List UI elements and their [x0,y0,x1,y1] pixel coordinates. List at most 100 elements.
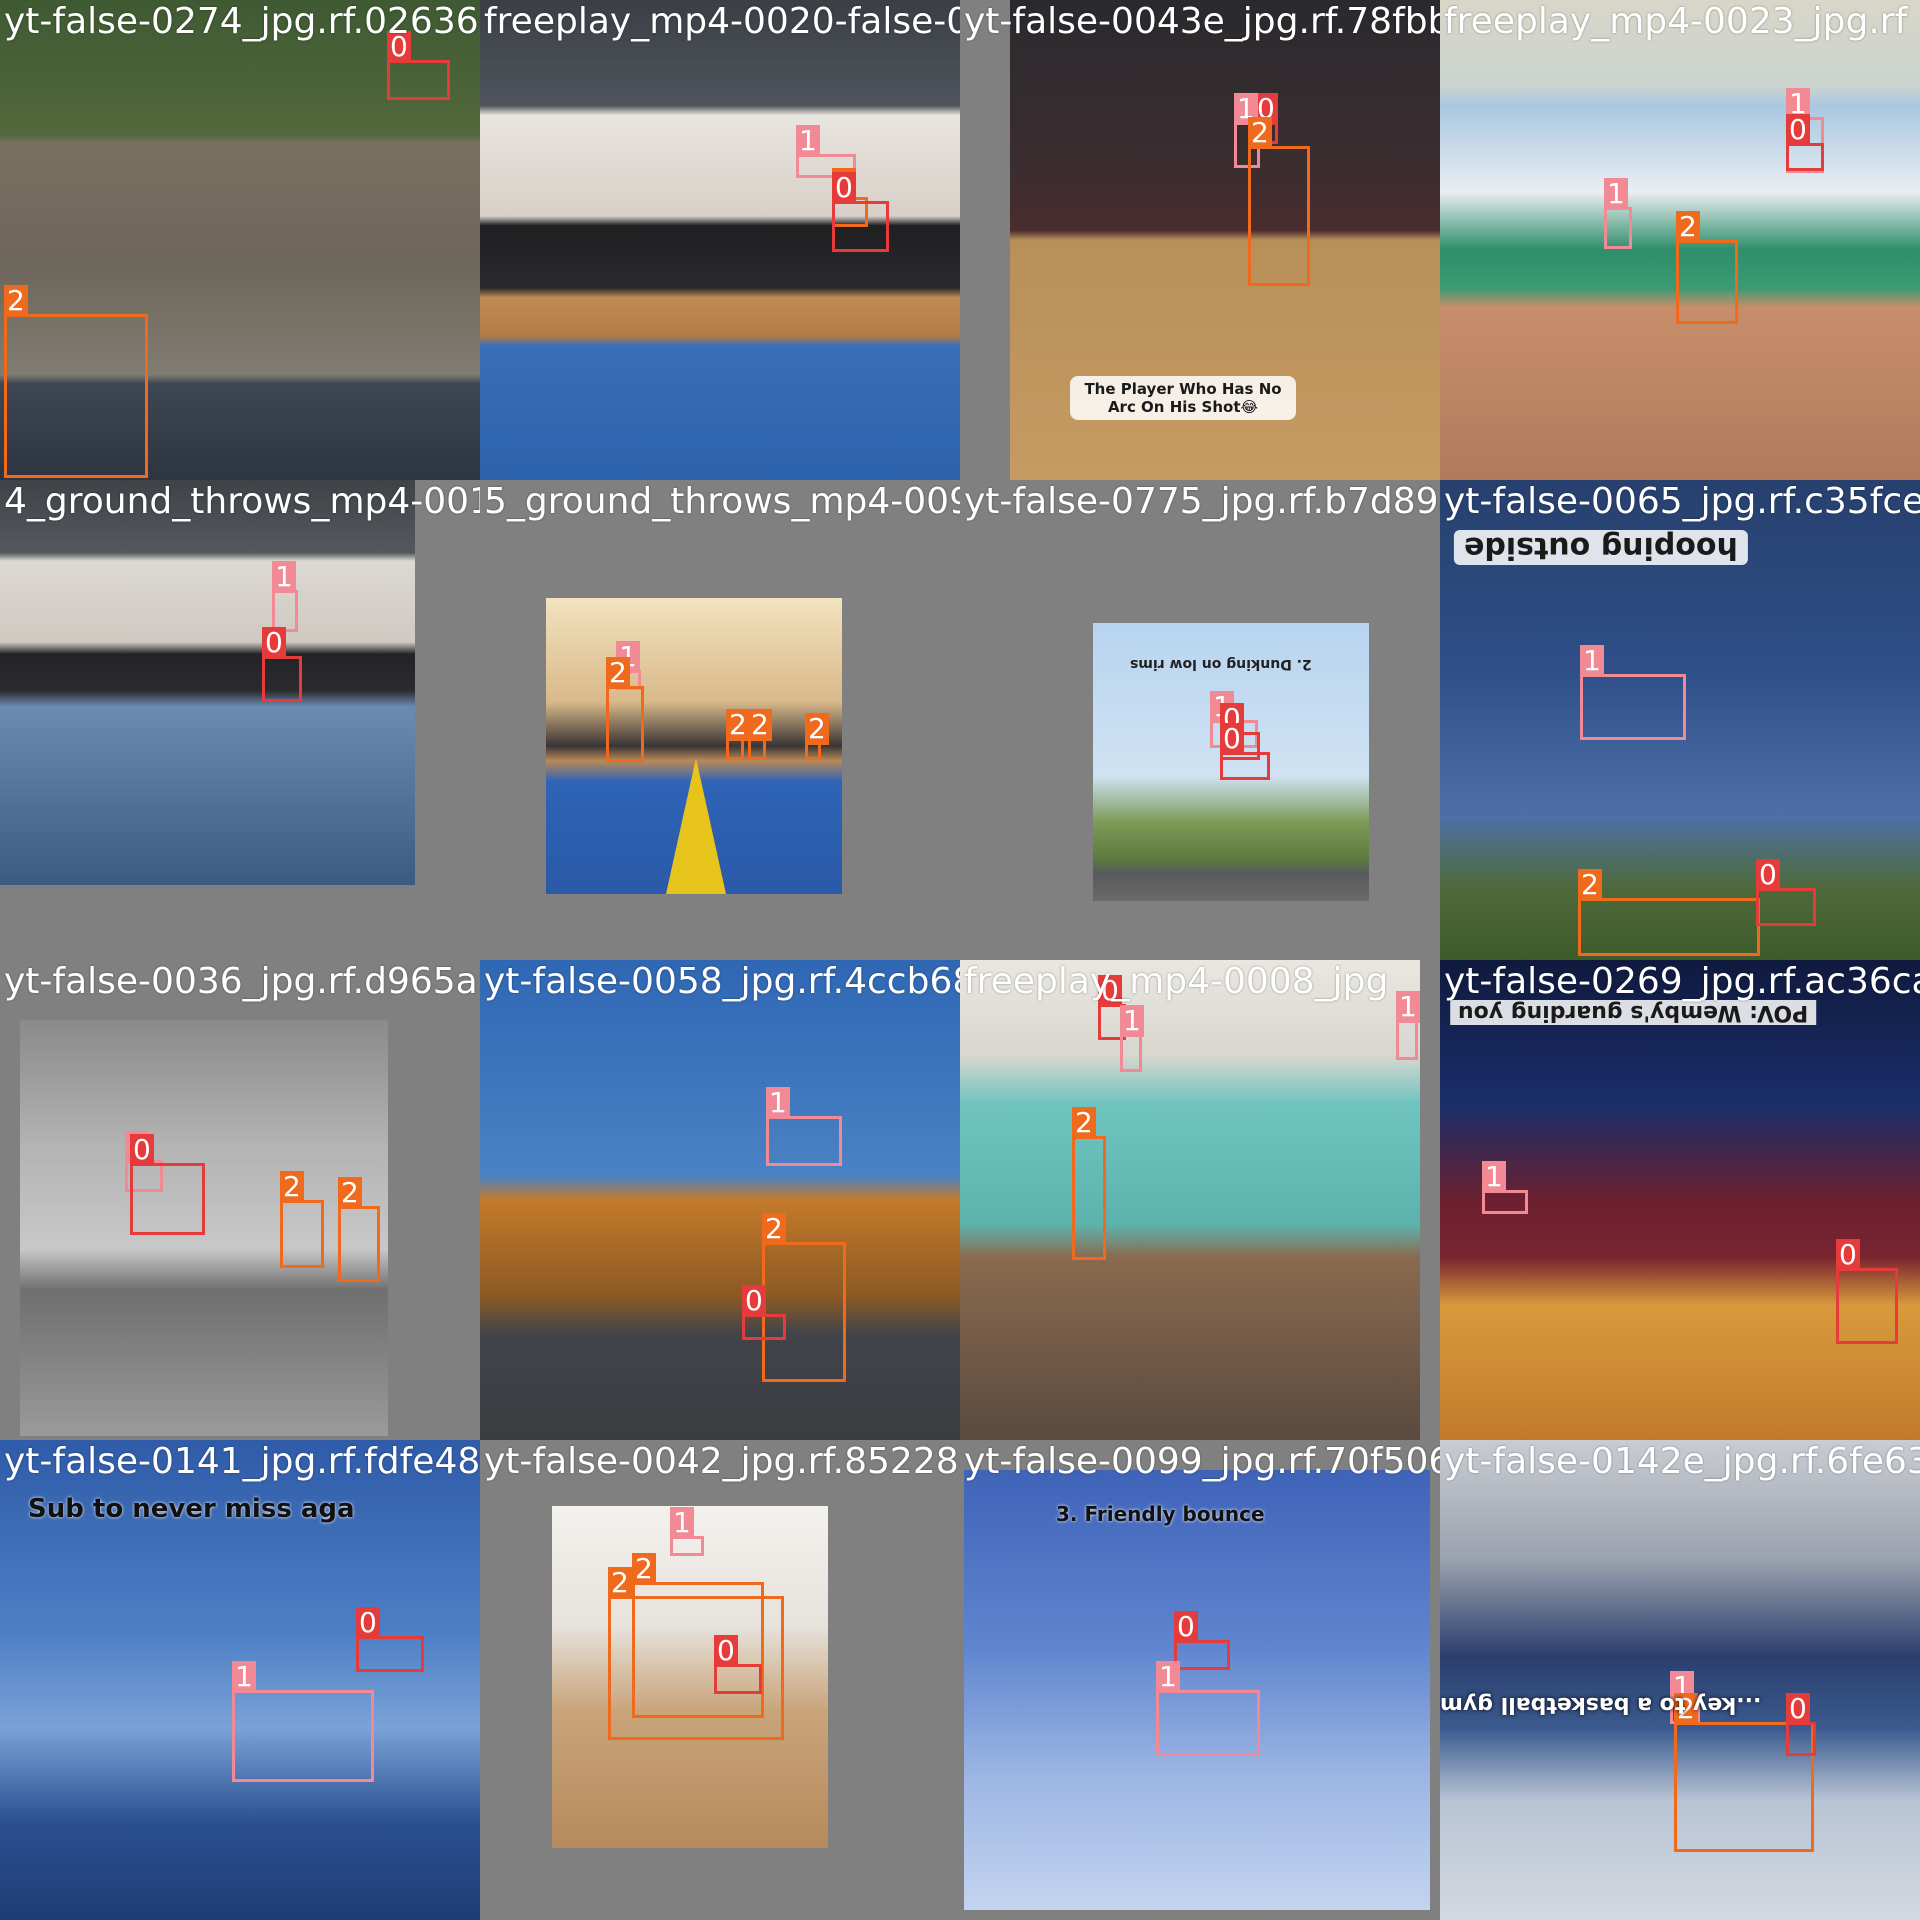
detection-box: 1 [1580,645,1686,740]
detection-box: 2 [805,713,829,760]
caption-overlay: ...key to a basketball gym [1440,1692,1762,1717]
tile-label: yt-false-0043e_jpg.rf.78fbb0d [964,1,1440,42]
class-tag: 1 [272,561,296,593]
detection-box: 2 [1676,211,1738,324]
tile-10: freeplay_mp4-0008_jpg [960,960,1440,1440]
detection-box: 0 [1786,114,1824,171]
class-tag: 1 [1156,1661,1180,1693]
class-tag: 0 [742,1285,766,1317]
tile-9: yt-false-0058_jpg.rf.4ccb680 [480,960,960,1440]
detection-box: 2 [280,1171,324,1268]
class-tag: 2 [1676,211,1700,243]
tile-label: yt-false-0269_jpg.rf.ac36cad [1444,961,1920,1002]
class-tag: 1 [1482,1161,1506,1193]
tile-label: 5_ground_throws_mp4-0094 [484,481,960,522]
detection-box: 0 [1756,859,1816,926]
class-tag: 0 [356,1607,380,1639]
detection-box: 1 [766,1087,842,1166]
detection-box: 0 [262,627,302,702]
class-tag: 1 [1396,991,1420,1023]
class-tag: 0 [130,1134,154,1166]
detection-box: 0 [1220,723,1270,780]
detection-box: 0 [714,1635,762,1694]
class-tag: 0 [1836,1239,1860,1271]
tile-label: yt-false-0274_jpg.rf.026361f487e0df03f04 [4,1,480,42]
detection-box: 2 [726,709,750,760]
class-tag: 0 [262,627,286,659]
tile-14: 3. Friendly bounce yt-false-0099_jpg.rf.… [960,1440,1440,1920]
class-tag: 0 [1786,114,1810,146]
detection-box: 1 [670,1507,704,1556]
class-tag: 1 [232,1661,256,1693]
tile-5: 5_ground_throws_mp4-0094 [480,480,960,960]
class-tag: 2 [4,285,28,317]
detection-box: 1 [1120,1005,1144,1072]
class-tag: 2 [805,713,829,745]
detection-box: 1 [1604,178,1632,249]
tile-label: yt-false-0036_jpg.rf.d965a51 [4,961,480,1002]
tile-2: The Player Who Has No Arc On His Shot😂 y… [960,0,1440,480]
tile-scene [480,960,960,1440]
tile-scene [0,480,415,885]
detection-box: 2 [4,285,148,478]
caption-overlay: Sub to never miss aga [28,1494,355,1524]
caption-overlay: 2. Dunking on low rims [1130,656,1312,672]
mosaic-grid: yt-false-0274_jpg.rf.026361f487e0df03f04… [0,0,1920,1920]
detection-box: 2 [338,1177,380,1282]
class-tag: 2 [1578,869,1602,901]
detection-box: 0 [832,172,889,252]
tile-label: yt-false-0058_jpg.rf.4ccb680 [484,961,960,1002]
detection-box: 0 [742,1285,786,1340]
class-tag: 2 [632,1553,656,1585]
class-tag: 0 [1756,859,1780,891]
class-tag: 2 [726,709,750,741]
detection-box: 1 [1156,1661,1260,1756]
detection-box: 2 [762,1213,846,1382]
detection-box: 2 [1578,869,1760,956]
class-tag: 1 [766,1087,790,1119]
tile-label: yt-false-0042_jpg.rf.85228e0 [484,1441,960,1482]
class-tag: 2 [748,709,772,741]
class-tag: 1 [796,125,820,157]
class-tag: 0 [1786,1693,1810,1725]
class-tag: 2 [762,1213,786,1245]
detection-box: 1 [1482,1161,1528,1214]
detection-box: 1 [232,1661,374,1782]
class-tag: 2 [608,1567,632,1599]
class-tag: 0 [832,172,856,204]
class-tag: 2 [338,1177,362,1209]
class-tag: 0 [714,1635,738,1667]
tile-4: 4_ground_throws_mp4-0019 [0,480,480,960]
detection-box: 0 [356,1607,424,1672]
caption-overlay: hooping outside [1454,530,1748,565]
class-tag: 0 [1220,723,1244,755]
class-tag: 1 [1580,645,1604,677]
caption-overlay: POV: Wemby's guarding you [1450,1000,1817,1025]
tile-6: 2. Dunking on low rims yt-false-0775_jpg… [960,480,1440,960]
detection-box: 2 [1072,1107,1106,1260]
tile-label: yt-false-0065_jpg.rf.c35fcebe [1444,481,1920,522]
class-tag: 2 [1248,117,1272,149]
tile-label: yt-false-0141_jpg.rf.fdfe487 [4,1441,480,1482]
class-tag: 1 [1604,178,1628,210]
caption-overlay: 3. Friendly bounce [1056,1502,1265,1526]
tile-label: freeplay_mp4-0020-false-0049-6 [484,1,960,42]
tile-label: freeplay_mp4-0023_jpg.rf [1444,1,1908,42]
tile-label: yt-false-0775_jpg.rf.b7d89a5 [964,481,1440,522]
tile-scene [546,598,842,894]
detection-box: 0 [1174,1611,1230,1670]
class-tag: 2 [606,657,630,689]
class-tag: 0 [1174,1611,1198,1643]
tile-scene [960,960,1420,1440]
class-tag: 1 [1120,1005,1144,1037]
class-tag: 1 [670,1507,694,1539]
tile-label: 4_ground_throws_mp4-0019 [4,481,480,522]
caption-overlay: The Player Who Has No Arc On His Shot😂 [1070,376,1296,420]
tile-8: yt-false-0036_jpg.rf.d965a51 [0,960,480,1440]
tile-label: yt-false-0099_jpg.rf.70f506d [964,1441,1440,1482]
detection-box: 2 [748,709,772,760]
detection-box: 0 [1836,1239,1898,1344]
court-stripe [666,758,726,894]
detection-box: 0 [1786,1693,1816,1756]
detection-box: 1 [1396,991,1420,1060]
